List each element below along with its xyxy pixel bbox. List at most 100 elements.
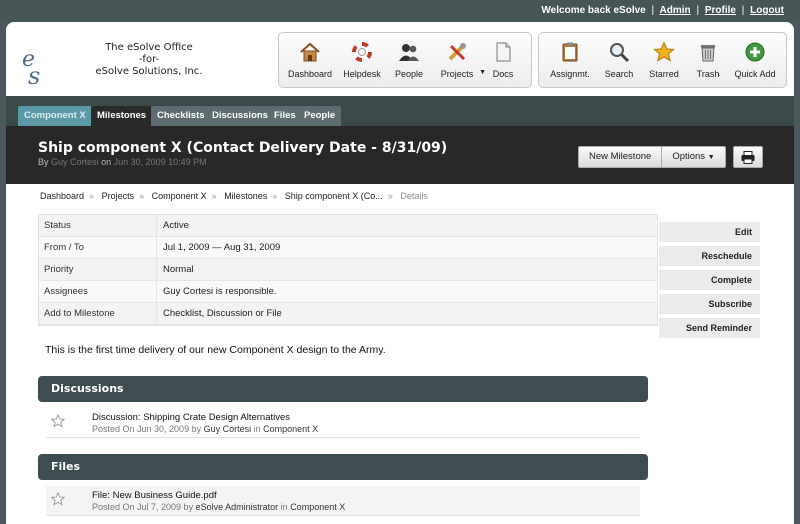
table-row: Assignees Guy Cortesi is responsible. (39, 281, 657, 303)
header-button-group: New Milestone Options ▼ (578, 146, 726, 168)
quick-add-button[interactable]: Quick Add (729, 37, 781, 87)
project-link[interactable]: Component X (263, 424, 318, 434)
table-row: Status Active (39, 215, 657, 237)
subscribe-button[interactable]: Subscribe (659, 294, 760, 314)
docs-label: Docs (492, 69, 514, 79)
tab-component-x[interactable]: Component X (18, 106, 92, 126)
detail-key: Add to Milestone (39, 303, 157, 324)
file-title-link[interactable]: File: New Business Guide.pdf (92, 490, 217, 501)
star-icon (653, 41, 675, 62)
separator: » (211, 191, 217, 201)
company-line-2: -for- (138, 54, 160, 65)
main-toolbar: Dashboard Helpdesk People Projects ▼ Doc… (278, 32, 532, 88)
lifebuoy-icon (352, 42, 372, 62)
item-meta: Posted On Jul 7, 2009 by eSolve Administ… (92, 502, 345, 512)
dashboard-button[interactable]: Dashboard (283, 37, 337, 87)
edit-button[interactable]: Edit (659, 222, 760, 242)
breadcrumb-dashboard[interactable]: Dashboard (40, 191, 84, 201)
item-meta: Posted On Jun 30, 2009 by Guy Cortesi in… (92, 424, 318, 434)
in-label: in (280, 502, 288, 512)
breadcrumb-milestone[interactable]: Ship component X (Co... (285, 191, 383, 201)
complete-button[interactable]: Complete (659, 270, 760, 290)
tools-icon (448, 43, 466, 61)
logout-link[interactable]: Logout (750, 5, 784, 16)
people-icon (399, 44, 419, 61)
detail-key: Priority (39, 259, 157, 280)
table-row: Priority Normal (39, 259, 657, 281)
send-reminder-button[interactable]: Send Reminder (659, 318, 760, 338)
separator: » (272, 191, 278, 201)
discussion-title-link[interactable]: Discussion: Shipping Crate Design Altern… (92, 412, 290, 423)
created-date: Jun 30, 2009 10:49 PM (113, 157, 207, 167)
helpdesk-button[interactable]: Helpdesk (337, 37, 387, 87)
actions-sidebar: Edit Reschedule Complete Subscribe Send … (659, 222, 760, 342)
house-icon (300, 42, 320, 62)
starred-button[interactable]: Starred (641, 37, 687, 87)
tab-files[interactable]: Files (268, 106, 302, 126)
trash-icon (701, 45, 715, 62)
trash-label: Trash (696, 69, 720, 79)
author-link[interactable]: eSolve Administrator (196, 502, 279, 512)
assignments-button[interactable]: Assignmt. (543, 37, 597, 87)
people-button[interactable]: People (387, 37, 431, 87)
quick-add-label: Quick Add (734, 69, 776, 79)
page-title: Ship component X (Contact Delivery Date … (38, 140, 448, 156)
search-button[interactable]: Search (597, 37, 641, 87)
by-label: By (38, 157, 49, 167)
options-button[interactable]: Options ▼ (661, 147, 724, 167)
detail-key: Status (39, 215, 157, 236)
detail-value: Active (163, 220, 189, 231)
dashboard-label: Dashboard (287, 69, 333, 79)
author-link[interactable]: Guy Cortesi (204, 424, 252, 434)
tab-discussions[interactable]: Discussions (206, 106, 274, 126)
breadcrumb-milestones[interactable]: Milestones (224, 191, 267, 201)
helpdesk-label: Helpdesk (343, 69, 381, 79)
docs-button[interactable]: Docs (483, 37, 523, 87)
new-milestone-button[interactable]: New Milestone (579, 147, 661, 167)
printer-icon (741, 150, 755, 164)
detail-key: From / To (39, 237, 157, 258)
project-link[interactable]: Component X (290, 502, 345, 512)
plus-circle-icon (745, 42, 765, 62)
star-icon[interactable] (50, 413, 66, 431)
detail-value: Checklist, Discussion or File (163, 308, 282, 319)
reschedule-button[interactable]: Reschedule (659, 246, 760, 266)
secondary-toolbar: Assignmt. Search Starred Trash Quick Add (538, 32, 787, 88)
separator: » (139, 191, 145, 201)
user-nav: Welcome back eSolve | Admin | Profile | … (541, 5, 784, 16)
esolve-logo: e s (20, 46, 50, 90)
starred-label: Starred (649, 69, 679, 79)
detail-value: Jul 1, 2009 — Aug 31, 2009 (163, 242, 281, 253)
milestone-description: This is the first time delivery of our n… (45, 344, 386, 356)
breadcrumb-projects[interactable]: Projects (102, 191, 135, 201)
details-table: Status Active From / To Jul 1, 2009 — Au… (38, 214, 658, 326)
star-icon[interactable] (50, 491, 66, 509)
breadcrumb-component-x[interactable]: Component X (152, 191, 207, 201)
on-label: on (101, 157, 112, 167)
svg-text:s: s (28, 62, 40, 86)
people-label: People (394, 69, 424, 79)
app-shell: e s The eSolve Office -for- eSolve Solut… (6, 22, 794, 524)
author-link[interactable]: Guy Cortesi (51, 157, 99, 167)
separator: » (89, 191, 95, 201)
list-item: File: New Business Guide.pdf Posted On J… (46, 486, 640, 516)
breadcrumb: Dashboard » Projects » Component X » Milest… (40, 191, 428, 201)
separator: » (387, 191, 393, 201)
table-row: From / To Jul 1, 2009 — Aug 31, 2009 (39, 237, 657, 259)
trash-button[interactable]: Trash (687, 37, 729, 87)
profile-link[interactable]: Profile (705, 5, 736, 16)
admin-link[interactable]: Admin (660, 5, 691, 16)
print-button[interactable] (733, 146, 763, 168)
detail-key: Assignees (39, 281, 157, 302)
search-label: Search (604, 69, 634, 79)
tab-milestones[interactable]: Milestones (91, 106, 153, 126)
discussions-header: Discussions (38, 376, 648, 402)
table-row: Add to Milestone Checklist, Discussion o… (39, 303, 657, 325)
tab-people[interactable]: People (298, 106, 342, 126)
files-header: Files (38, 454, 648, 480)
tab-bar: Component X Milestones Checklists Discus… (6, 96, 794, 126)
tab-checklists[interactable]: Checklists (151, 106, 211, 126)
posted-text: Posted On Jun 30, 2009 by (92, 424, 202, 434)
projects-button[interactable]: Projects ▼ (431, 37, 486, 87)
separator: | (651, 5, 655, 16)
